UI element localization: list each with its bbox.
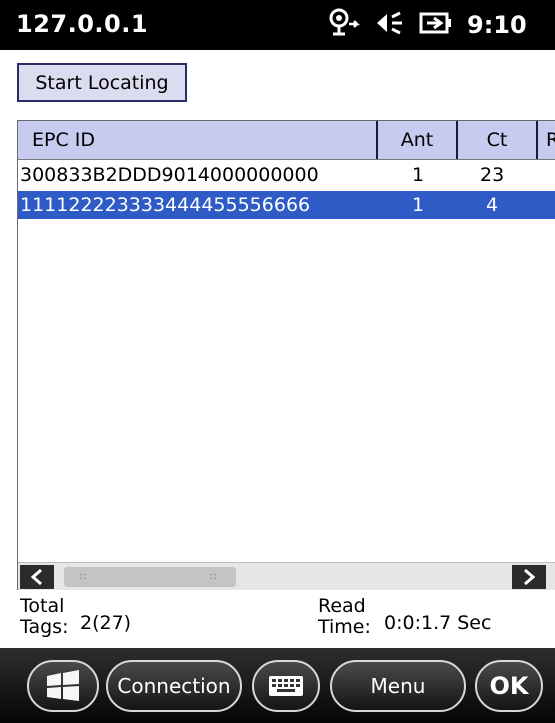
- column-header-r[interactable]: R: [538, 121, 555, 159]
- ct-cell: 4: [486, 194, 499, 216]
- ct-cell: 23: [480, 164, 505, 186]
- status-icons: 9:10: [327, 8, 527, 42]
- windows-start-icon: [47, 670, 79, 701]
- window-title: 127.0.0.1: [16, 10, 149, 38]
- table-row[interactable]: 300833B2DDD9014000000000 1 23: [18, 161, 555, 189]
- wireless-sync-icon[interactable]: [327, 8, 361, 42]
- horizontal-scrollbar[interactable]: ∷ ∷: [18, 562, 555, 590]
- ant-cell: 1: [412, 164, 425, 186]
- column-header-ant[interactable]: Ant: [378, 121, 458, 159]
- scroll-right-arrow-icon[interactable]: [512, 565, 546, 589]
- read-time-value: 0:0:1.7 Sec: [384, 612, 492, 634]
- clock[interactable]: 9:10: [467, 11, 527, 39]
- total-tags-label: Total Tags:: [20, 595, 69, 638]
- status-bar: 127.0.0.1 9:10: [0, 0, 555, 50]
- ant-cell: 1: [412, 194, 425, 216]
- speaker-icon[interactable]: [375, 9, 405, 41]
- tag-list[interactable]: EPC ID Ant Ct R 300833B2DDD9014000000000…: [17, 120, 555, 590]
- table-header: EPC ID Ant Ct R: [18, 121, 555, 160]
- read-time-label: Read Time:: [318, 595, 371, 638]
- total-tags-value: 2(27): [80, 612, 132, 634]
- start-locating-button[interactable]: Start Locating: [17, 63, 187, 102]
- menu-button[interactable]: Menu: [330, 660, 466, 712]
- ok-button[interactable]: OK: [475, 660, 543, 712]
- epc-cell: 300833B2DDD9014000000000: [20, 164, 319, 186]
- start-button[interactable]: [27, 660, 99, 712]
- keyboard-icon: [269, 676, 303, 696]
- table-row-selected[interactable]: 111122223333444455556666 1 4: [18, 191, 555, 219]
- scroll-left-arrow-icon[interactable]: [20, 565, 54, 589]
- epc-cell: 111122223333444455556666: [20, 194, 311, 216]
- taskbar: Connection Menu OK: [0, 648, 555, 723]
- keyboard-button[interactable]: [252, 660, 320, 712]
- column-header-epc[interactable]: EPC ID: [18, 121, 378, 159]
- grip-icon: ∷: [210, 572, 217, 583]
- column-header-ct[interactable]: Ct: [458, 121, 538, 159]
- scroll-thumb[interactable]: ∷ ∷: [64, 567, 236, 587]
- grip-icon: ∷: [80, 572, 87, 583]
- connection-button[interactable]: Connection: [106, 660, 242, 712]
- battery-charging-icon[interactable]: [419, 9, 453, 41]
